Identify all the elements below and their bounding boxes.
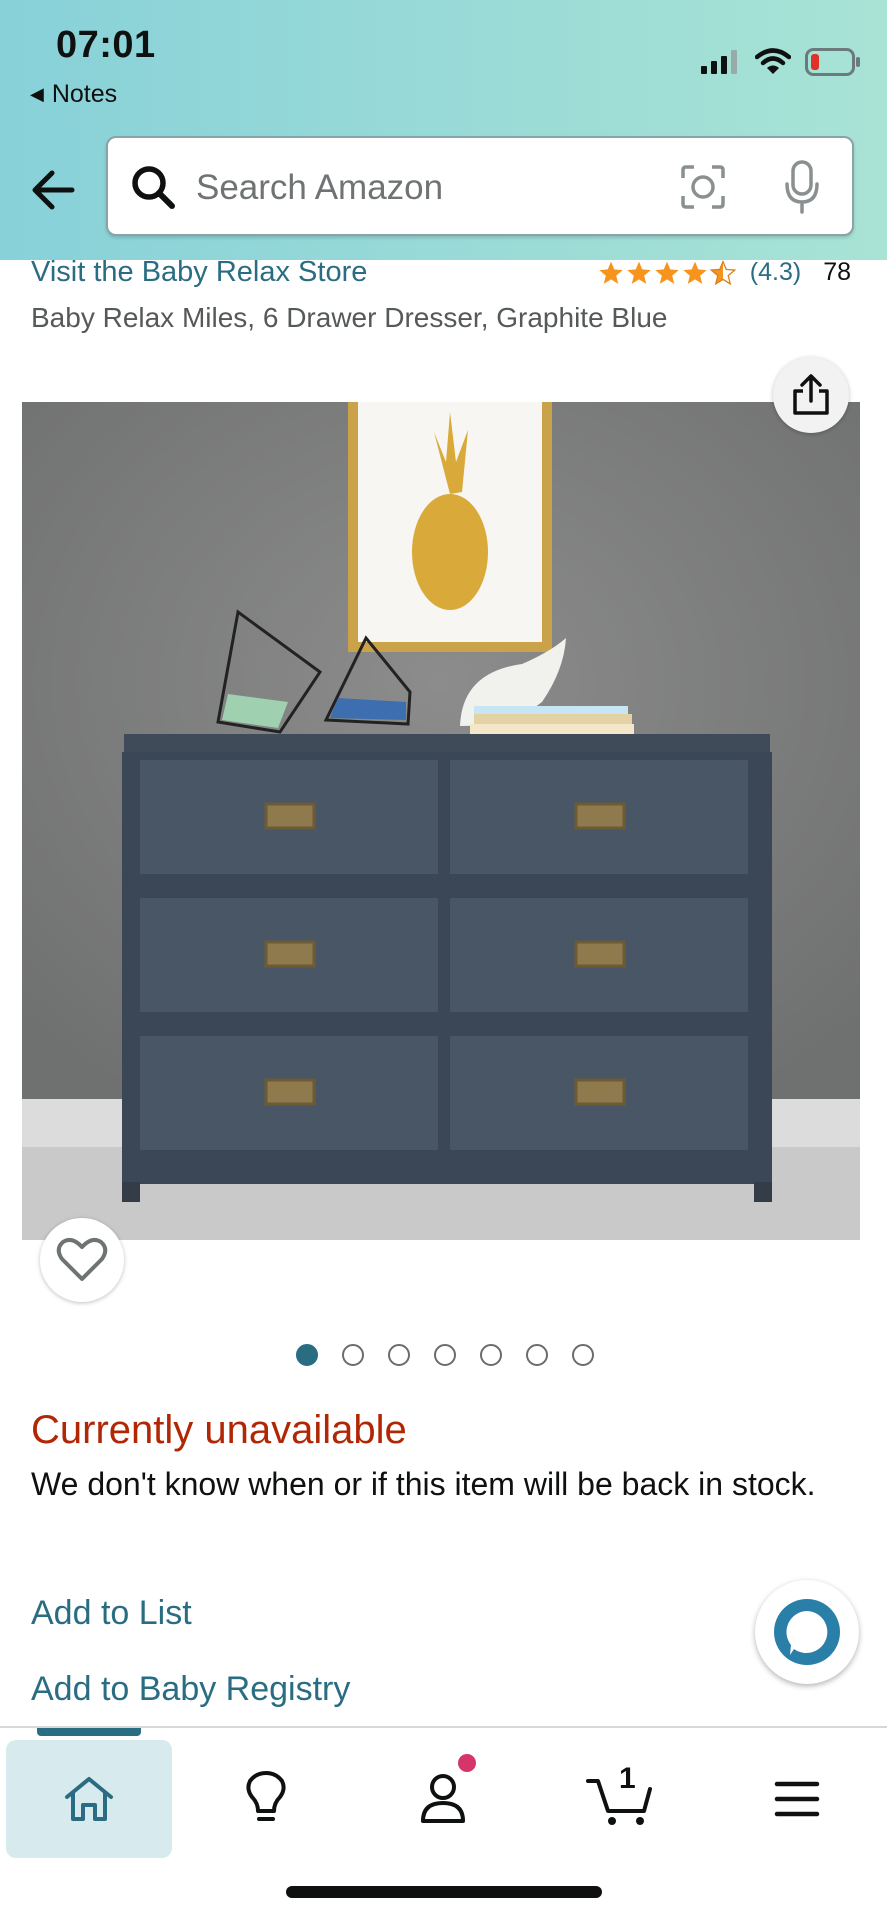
availability-note: We don't know when or if this item will …: [31, 1466, 816, 1502]
back-app-label: Notes: [51, 80, 118, 108]
carousel-dot[interactable]: [526, 1344, 548, 1366]
product-title: Baby Relax Miles, 6 Drawer Dresser, Grap…: [31, 302, 668, 333]
status-icons: [701, 48, 861, 76]
star-full-icon: [627, 261, 651, 284]
battery-low-icon: [805, 48, 860, 76]
image-carousel-dots: [296, 1344, 594, 1366]
star-full-icon: [599, 261, 623, 284]
wishlist-button[interactable]: [40, 1218, 124, 1302]
back-triangle-icon: ◀: [30, 84, 44, 104]
alexa-button[interactable]: [755, 1580, 859, 1684]
heart-icon: [56, 1237, 108, 1281]
rating-score: (4.3): [749, 258, 802, 286]
camera-lens-icon[interactable]: [680, 164, 726, 210]
notification-dot: [458, 1754, 476, 1772]
back-to-notes-link[interactable]: ◀ Notes: [30, 80, 117, 109]
home-icon: [65, 1777, 113, 1821]
nav-account[interactable]: [360, 1740, 526, 1858]
menu-icon: [774, 1781, 820, 1817]
availability-heading: Currently unavailable: [31, 1408, 407, 1452]
carousel-dot[interactable]: [572, 1344, 594, 1366]
microphone-icon[interactable]: [784, 160, 820, 214]
review-count: 78: [823, 258, 851, 286]
carousel-dot[interactable]: [480, 1344, 502, 1366]
search-icon: [132, 166, 175, 209]
app-header: 07:01 ◀ Notes: [0, 0, 887, 260]
visit-store-link[interactable]: Visit the Baby Relax Store: [31, 256, 367, 289]
pineapple-art-frame: [348, 402, 552, 652]
nav-menu[interactable]: [714, 1740, 880, 1858]
carousel-dot[interactable]: [296, 1344, 318, 1366]
signal-icon: [701, 50, 737, 74]
share-button[interactable]: [773, 357, 849, 433]
star-full-icon: [683, 261, 707, 284]
home-indicator[interactable]: [286, 1886, 602, 1898]
nav-cart[interactable]: 1: [537, 1740, 703, 1858]
carousel-dot[interactable]: [434, 1344, 456, 1366]
dresser: [122, 734, 772, 1202]
star-rating: [598, 259, 736, 286]
nav-inspire[interactable]: [183, 1740, 349, 1858]
add-to-list-link[interactable]: Add to List: [31, 1594, 192, 1633]
cart-count: 1: [619, 1762, 636, 1795]
add-to-baby-registry-link[interactable]: Add to Baby Registry: [31, 1670, 350, 1709]
active-tab-indicator: [37, 1728, 141, 1736]
rating-summary[interactable]: (4.3) 78: [598, 258, 851, 287]
person-icon: [421, 1774, 465, 1823]
star-half-icon: [709, 259, 736, 285]
carousel-dot[interactable]: [388, 1344, 410, 1366]
back-arrow-icon[interactable]: [28, 165, 78, 215]
lightbulb-icon: [246, 1771, 286, 1821]
alexa-icon: [774, 1599, 840, 1665]
status-time: 07:01: [56, 24, 156, 66]
nav-home[interactable]: [6, 1728, 172, 1858]
star-full-icon: [655, 261, 679, 284]
share-icon: [793, 374, 829, 415]
search-input[interactable]: [194, 160, 658, 216]
wifi-icon: [755, 48, 791, 74]
search-box[interactable]: [106, 136, 854, 236]
product-image[interactable]: [22, 402, 860, 1240]
carousel-dot[interactable]: [342, 1344, 364, 1366]
